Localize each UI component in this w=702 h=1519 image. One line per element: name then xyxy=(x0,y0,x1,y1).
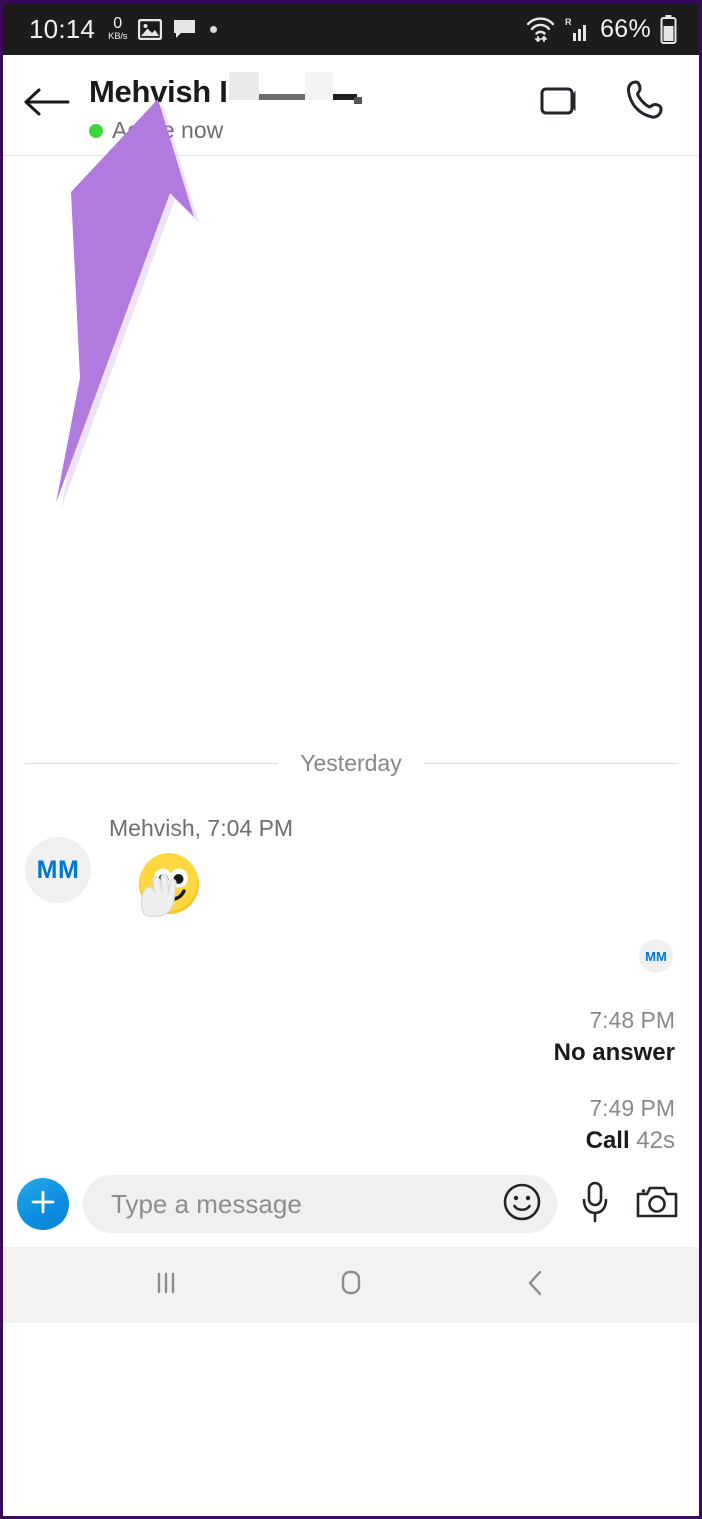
message-row[interactable]: MM Mehvish, 7:04 PM xyxy=(3,815,699,925)
presence-status: Active now xyxy=(89,117,539,144)
call-entries: 7:48 PM No answer 7:49 PM Call 42s xyxy=(3,1007,699,1155)
message-icon xyxy=(173,19,196,40)
presence-label: Active now xyxy=(112,117,224,143)
call-time: 7:49 PM xyxy=(589,1095,675,1121)
camera-icon xyxy=(635,1183,679,1226)
status-bar-left: 10:14 0 KB/s xyxy=(29,13,218,45)
redacted-surname xyxy=(228,72,362,104)
home-icon xyxy=(334,1266,368,1305)
presence-dot-icon xyxy=(89,123,103,138)
call-duration: 42s xyxy=(636,1127,675,1154)
call-status: No answer xyxy=(27,1039,675,1067)
chat-header: Mehvish I Active now xyxy=(3,55,699,156)
microphone-icon xyxy=(579,1180,611,1229)
phone-handset-icon xyxy=(624,79,664,126)
recents-icon xyxy=(149,1266,183,1305)
battery-percent: 66% xyxy=(600,14,651,43)
status-clock: 10:14 xyxy=(29,13,96,44)
video-call-button[interactable] xyxy=(539,77,589,127)
recents-button[interactable] xyxy=(131,1255,201,1315)
call-status-label: No answer xyxy=(553,1039,675,1066)
conversation-area: Yesterday MM Mehvish, 7:04 PM MM 7:48 PM… xyxy=(3,156,699,1161)
call-time: 7:48 PM xyxy=(589,1007,675,1033)
network-speed-indicator: 0 KB/s xyxy=(108,16,127,42)
battery-icon xyxy=(660,14,677,44)
day-divider: Yesterday xyxy=(3,750,699,777)
status-bar-right: R 66% xyxy=(525,14,677,44)
phone-screen: 10:14 0 KB/s R 66% Mehvish I Active now … xyxy=(0,0,702,1519)
message-input-container[interactable]: Type a message xyxy=(83,1175,557,1233)
own-avatar-row: MM xyxy=(3,939,699,973)
contact-name-row: Mehvish I xyxy=(89,72,539,110)
message-meta: Mehvish, 7:04 PM xyxy=(109,815,294,841)
signal-bars-icon: R xyxy=(565,16,591,42)
emoji-picker-button[interactable] xyxy=(499,1181,545,1227)
message-composer: Type a message xyxy=(3,1161,699,1247)
plus-icon xyxy=(28,1187,58,1222)
network-speed-unit: KB/s xyxy=(108,31,128,43)
add-attachment-button[interactable] xyxy=(17,1178,69,1230)
message-body: Mehvish, 7:04 PM xyxy=(109,815,293,925)
back-button[interactable] xyxy=(3,69,89,139)
wifi-updown-icon xyxy=(525,16,556,42)
svg-text:R: R xyxy=(565,17,572,27)
header-actions xyxy=(539,69,699,127)
dot-icon xyxy=(210,25,218,33)
voice-record-button[interactable] xyxy=(571,1180,619,1228)
camera-button[interactable] xyxy=(633,1180,681,1228)
avatar: MM xyxy=(639,939,673,973)
call-entry[interactable]: 7:49 PM Call 42s xyxy=(27,1095,675,1155)
avatar: MM xyxy=(25,837,91,903)
day-divider-label: Yesterday xyxy=(300,750,402,776)
voice-call-button[interactable] xyxy=(619,77,669,127)
divider-line-right xyxy=(423,763,678,764)
status-bar: 10:14 0 KB/s R 66% xyxy=(3,3,699,55)
divider-line-left xyxy=(25,763,279,764)
waving-emoji xyxy=(131,848,293,925)
back-button[interactable] xyxy=(501,1255,571,1315)
contact-name: Mehvish I xyxy=(89,74,228,109)
network-speed-value: 0 xyxy=(113,15,123,33)
message-input[interactable]: Type a message xyxy=(111,1189,499,1220)
call-entry[interactable]: 7:48 PM No answer xyxy=(27,1007,675,1067)
contact-info[interactable]: Mehvish I Active now xyxy=(89,69,539,144)
back-chevron-icon xyxy=(519,1266,553,1305)
call-status-label: Call xyxy=(585,1127,630,1154)
android-nav-bar xyxy=(3,1247,699,1323)
image-icon xyxy=(138,18,163,40)
call-status: Call 42s xyxy=(27,1127,675,1155)
home-button[interactable] xyxy=(316,1255,386,1315)
video-camera-icon xyxy=(540,82,588,123)
smiley-icon xyxy=(501,1181,543,1228)
back-arrow-icon xyxy=(22,86,70,123)
